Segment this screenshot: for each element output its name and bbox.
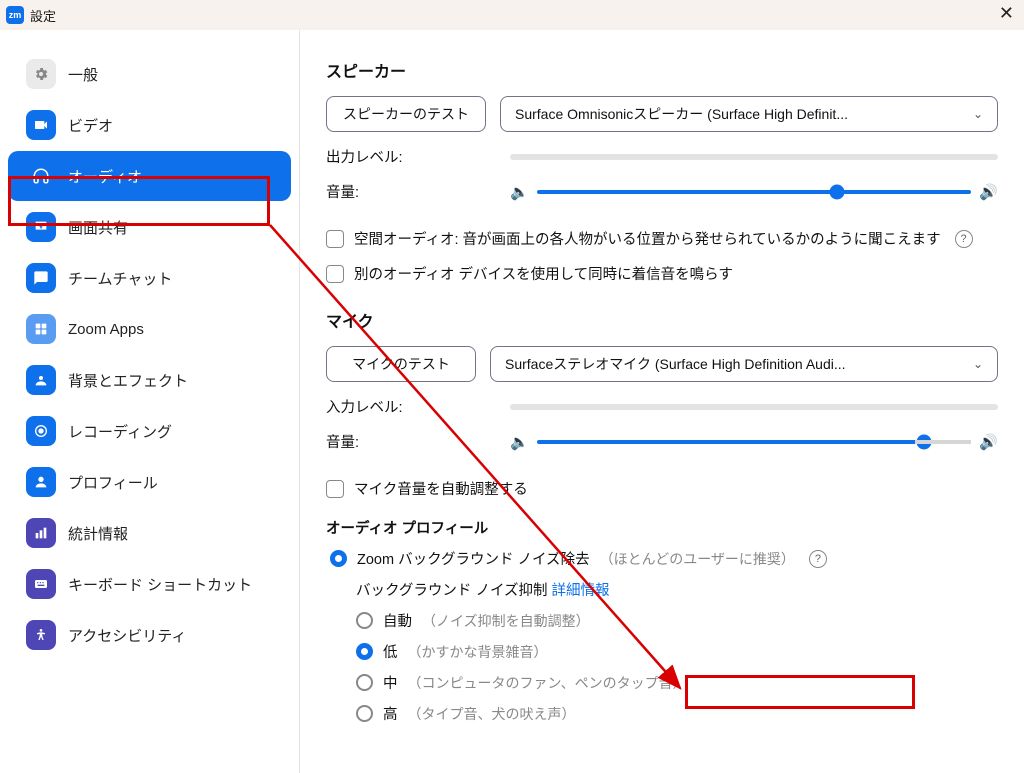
mic-heading: マイク: [326, 308, 998, 332]
bg-suppression-label: バックグラウンド ノイズ抑制: [356, 583, 548, 599]
output-level-label: 出力レベル:: [326, 146, 496, 167]
window-titlebar: zm 設定 ✕: [0, 0, 1024, 30]
auto-adjust-checkbox[interactable]: [326, 480, 344, 498]
volume-low-icon: 🔈: [510, 183, 529, 201]
output-level-meter: [510, 154, 998, 160]
speaker-test-button[interactable]: スピーカーのテスト: [326, 96, 486, 132]
suppression-high-radio[interactable]: [356, 705, 373, 722]
mic-device-select[interactable]: Surfaceステレオマイク (Surface High Definition …: [490, 346, 998, 382]
sidebar-label: 背景とエフェクト: [68, 370, 188, 391]
suppression-medium-label: 中: [383, 672, 398, 693]
sidebar-item-profile[interactable]: プロフィール: [8, 457, 291, 507]
stats-icon: [26, 518, 56, 548]
gear-icon: [26, 59, 56, 89]
content-panel: スピーカー スピーカーのテスト Surface Omnisonicスピーカー (…: [300, 30, 1024, 773]
close-icon[interactable]: ✕: [999, 4, 1014, 22]
sidebar-item-general[interactable]: 一般: [8, 49, 291, 99]
video-icon: [26, 110, 56, 140]
sidebar: 一般 ビデオ オーディオ 画面共有 チームチャット Zoom Apps 背景とエ…: [0, 30, 300, 773]
profile-icon: [26, 467, 56, 497]
more-info-link[interactable]: 詳細情報: [552, 583, 610, 599]
keyboard-icon: [26, 569, 56, 599]
mic-volume-label: 音量:: [326, 431, 496, 452]
suppression-auto-label: 自動: [383, 610, 412, 631]
share-screen-icon: [26, 212, 56, 242]
headphones-icon: [26, 161, 56, 191]
chevron-down-icon: ⌄: [973, 107, 983, 121]
help-icon[interactable]: ?: [809, 550, 827, 568]
zoom-noise-radio[interactable]: [330, 550, 347, 567]
chat-icon: [26, 263, 56, 293]
sidebar-item-audio[interactable]: オーディオ: [8, 151, 291, 201]
zoom-noise-label: Zoom バックグラウンド ノイズ除去: [357, 548, 590, 569]
sidebar-item-stats[interactable]: 統計情報: [8, 508, 291, 558]
sidebar-item-accessibility[interactable]: アクセシビリティ: [8, 610, 291, 660]
spatial-audio-label: 空間オーディオ: 音が画面上の各人物がいる位置から発せられているかのように聞こえ…: [354, 228, 941, 249]
suppression-high-note: （タイプ音、犬の吠え声）: [408, 704, 576, 724]
speaker-device-select[interactable]: Surface Omnisonicスピーカー (Surface High Def…: [500, 96, 998, 132]
sidebar-item-background[interactable]: 背景とエフェクト: [8, 355, 291, 405]
sidebar-item-video[interactable]: ビデオ: [8, 100, 291, 150]
sidebar-item-share[interactable]: 画面共有: [8, 202, 291, 252]
sidebar-item-zoom-apps[interactable]: Zoom Apps: [8, 304, 291, 354]
speaker-device-value: Surface Omnisonicスピーカー (Surface High Def…: [515, 104, 848, 124]
audio-profile-heading: オーディオ プロフィール: [326, 517, 998, 538]
suppression-medium-radio[interactable]: [356, 674, 373, 691]
separate-ringtone-checkbox[interactable]: [326, 265, 344, 283]
volume-high-icon: 🔊: [979, 183, 998, 201]
spatial-audio-checkbox[interactable]: [326, 230, 344, 248]
sidebar-label: ビデオ: [68, 115, 113, 136]
apps-icon: [26, 314, 56, 344]
sidebar-item-chat[interactable]: チームチャット: [8, 253, 291, 303]
help-icon[interactable]: ?: [955, 230, 973, 248]
record-icon: [26, 416, 56, 446]
suppression-auto-radio[interactable]: [356, 612, 373, 629]
auto-adjust-label: マイク音量を自動調整する: [354, 478, 528, 499]
sidebar-label: レコーディング: [68, 421, 172, 442]
sidebar-label: Zoom Apps: [68, 321, 144, 338]
separate-ringtone-label: 別のオーディオ デバイスを使用して同時に着信音を鳴らす: [354, 263, 733, 284]
app-icon: zm: [6, 6, 24, 24]
suppression-medium-note: （コンピュータのファン、ペンのタップ音）: [408, 673, 687, 693]
sidebar-label: 画面共有: [68, 217, 128, 238]
input-level-label: 入力レベル:: [326, 396, 496, 417]
sidebar-label: プロフィール: [68, 472, 158, 493]
mic-device-value: Surfaceステレオマイク (Surface High Definition …: [505, 354, 846, 374]
zoom-noise-note: （ほとんどのユーザーに推奨）: [600, 549, 795, 569]
background-icon: [26, 365, 56, 395]
suppression-low-radio[interactable]: [356, 643, 373, 660]
speaker-heading: スピーカー: [326, 58, 998, 82]
chevron-down-icon: ⌄: [973, 357, 983, 371]
sidebar-label: 一般: [68, 64, 98, 85]
sidebar-label: チームチャット: [68, 268, 172, 289]
sidebar-label: キーボード ショートカット: [68, 574, 252, 595]
suppression-high-label: 高: [383, 703, 398, 724]
window-title: 設定: [30, 6, 56, 25]
sidebar-item-keyboard[interactable]: キーボード ショートカット: [8, 559, 291, 609]
mic-volume-slider[interactable]: 🔈 🔊: [510, 433, 998, 451]
mic-test-button[interactable]: マイクのテスト: [326, 346, 476, 382]
suppression-low-label: 低: [383, 641, 398, 662]
speaker-volume-slider[interactable]: 🔈 🔊: [510, 183, 998, 201]
speaker-volume-label: 音量:: [326, 181, 496, 202]
input-level-meter: [510, 404, 998, 410]
sidebar-label: オーディオ: [68, 166, 142, 187]
suppression-low-note: （かすかな背景雑音）: [408, 642, 548, 662]
volume-high-icon: 🔊: [979, 433, 998, 451]
accessibility-icon: [26, 620, 56, 650]
sidebar-label: 統計情報: [68, 523, 128, 544]
volume-low-icon: 🔈: [510, 433, 529, 451]
sidebar-item-recording[interactable]: レコーディング: [8, 406, 291, 456]
sidebar-label: アクセシビリティ: [68, 625, 186, 646]
suppression-auto-note: （ノイズ抑制を自動調整）: [422, 611, 590, 631]
